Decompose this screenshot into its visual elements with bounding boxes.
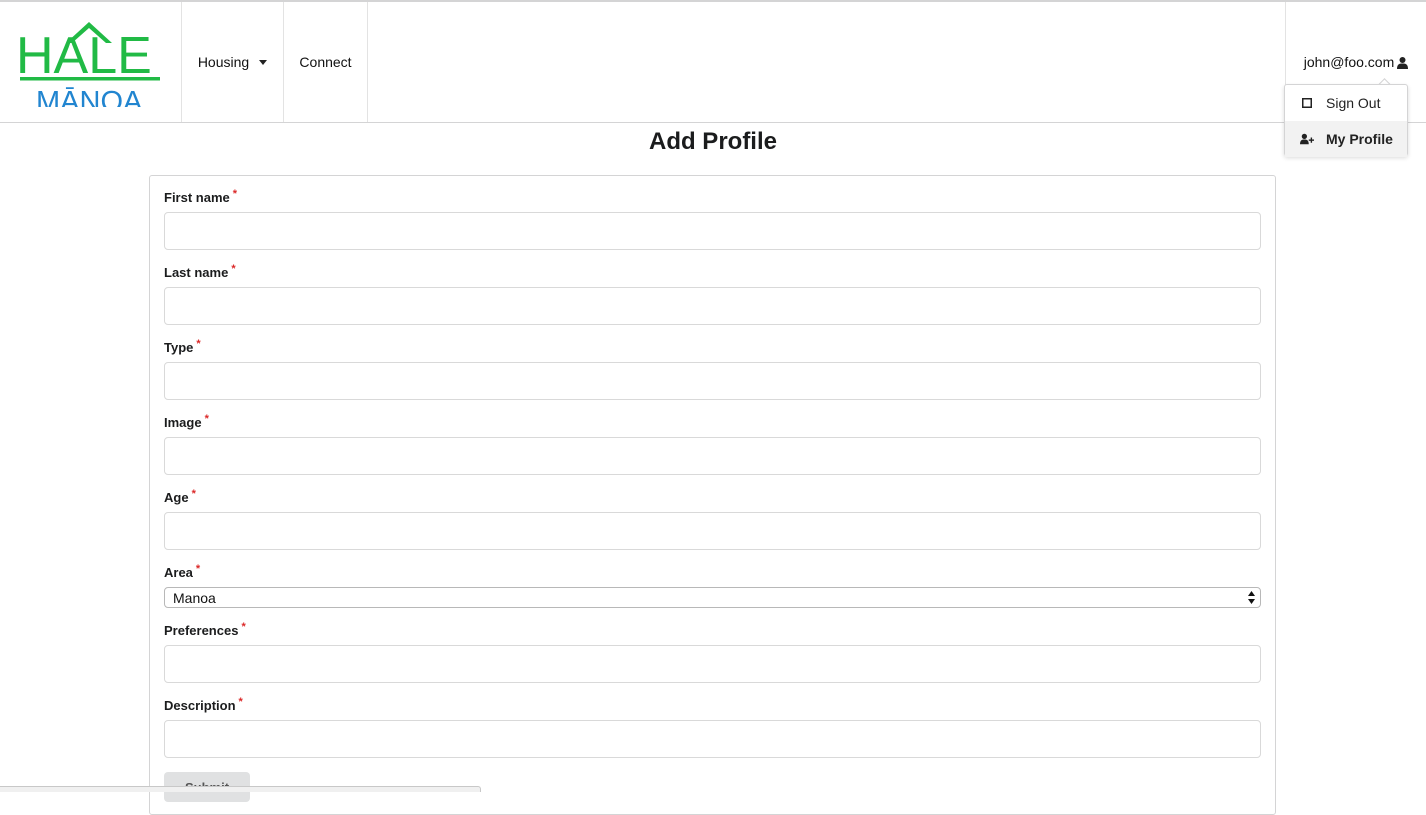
sign-out-icon — [1300, 96, 1314, 110]
add-profile-form — [149, 175, 1276, 815]
image-label: Image * — [164, 413, 209, 430]
last-name-field[interactable] — [164, 287, 1261, 325]
required-marker: * — [191, 488, 196, 500]
description-label: Description * — [164, 696, 243, 713]
age-label: Age * — [164, 488, 196, 505]
nav-housing-dropdown[interactable]: Housing — [182, 2, 284, 122]
logo-bottom-text: MĀNOA — [36, 86, 143, 107]
nav-housing-label: Housing — [197, 54, 250, 70]
logo-top-text: HALE — [16, 27, 152, 85]
type-field[interactable] — [164, 362, 1261, 400]
nav-connect-link[interactable]: Connect — [284, 2, 368, 122]
required-marker: * — [231, 263, 236, 275]
required-marker: * — [204, 413, 209, 425]
area-label: Area * — [164, 563, 201, 580]
required-marker: * — [238, 696, 243, 708]
sign-out-label: Sign Out — [1326, 95, 1381, 111]
page-title: Add Profile — [648, 128, 777, 155]
area-selected-value: Manoa — [173, 589, 216, 606]
select-arrows-icon — [1248, 591, 1255, 604]
logo-link[interactable]: HALE MĀNOA — [0, 2, 182, 122]
description-field[interactable] — [164, 720, 1261, 758]
type-label: Type * — [164, 338, 201, 355]
image-field[interactable] — [164, 437, 1261, 475]
preferences-label: Preferences * — [164, 621, 246, 638]
area-select[interactable]: Manoa — [164, 587, 1261, 608]
top-navbar: HALE MĀNOA Housing Connect john@foo.com — [0, 2, 1426, 123]
required-marker: * — [196, 338, 201, 350]
user-icon — [1397, 57, 1409, 69]
age-field[interactable] — [164, 512, 1261, 550]
nav-connect-label: Connect — [299, 54, 352, 70]
first-name-field[interactable] — [164, 212, 1261, 250]
required-marker: * — [232, 188, 238, 200]
required-marker: * — [195, 563, 201, 575]
preferences-field[interactable] — [164, 645, 1261, 683]
chevron-down-icon — [259, 60, 268, 65]
logo-underline — [19, 77, 160, 81]
first-name-label: First name * — [164, 188, 238, 205]
last-name-label: Last name * — [164, 263, 236, 280]
hale-manoa-logo: HALE MĀNOA — [16, 22, 160, 107]
user-email: john@foo.com — [1303, 54, 1395, 70]
sign-out-menu-item[interactable]: Sign Out — [1285, 85, 1407, 121]
browser-status-bar — [0, 786, 481, 792]
required-marker: * — [241, 621, 246, 633]
